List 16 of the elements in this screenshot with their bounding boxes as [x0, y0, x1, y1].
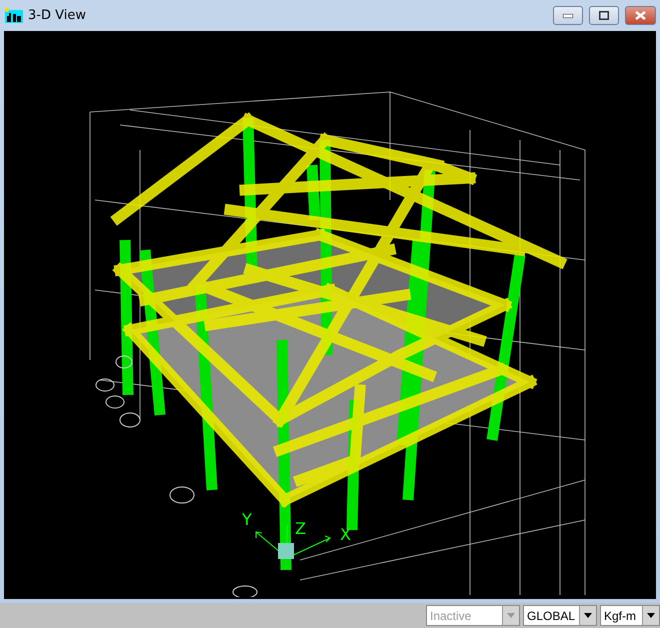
maximize-icon [599, 11, 609, 20]
maximize-button[interactable] [589, 6, 619, 25]
dropdown[interactable]: Kgf-m [600, 605, 660, 626]
axis-label: Z [295, 519, 306, 538]
axis-label: X [340, 525, 351, 544]
axis-label: Y [242, 510, 252, 529]
close-button[interactable] [625, 6, 656, 25]
minimize-icon [563, 14, 573, 18]
window-title: 3-D View [28, 8, 87, 23]
caret-icon [647, 613, 655, 618]
caret-icon [507, 613, 515, 618]
minimize-button[interactable] [553, 6, 583, 25]
caret-icon [584, 613, 592, 618]
app-icon [5, 8, 23, 24]
dropdown[interactable]: GLOBAL [523, 605, 597, 626]
close-icon [635, 11, 646, 20]
